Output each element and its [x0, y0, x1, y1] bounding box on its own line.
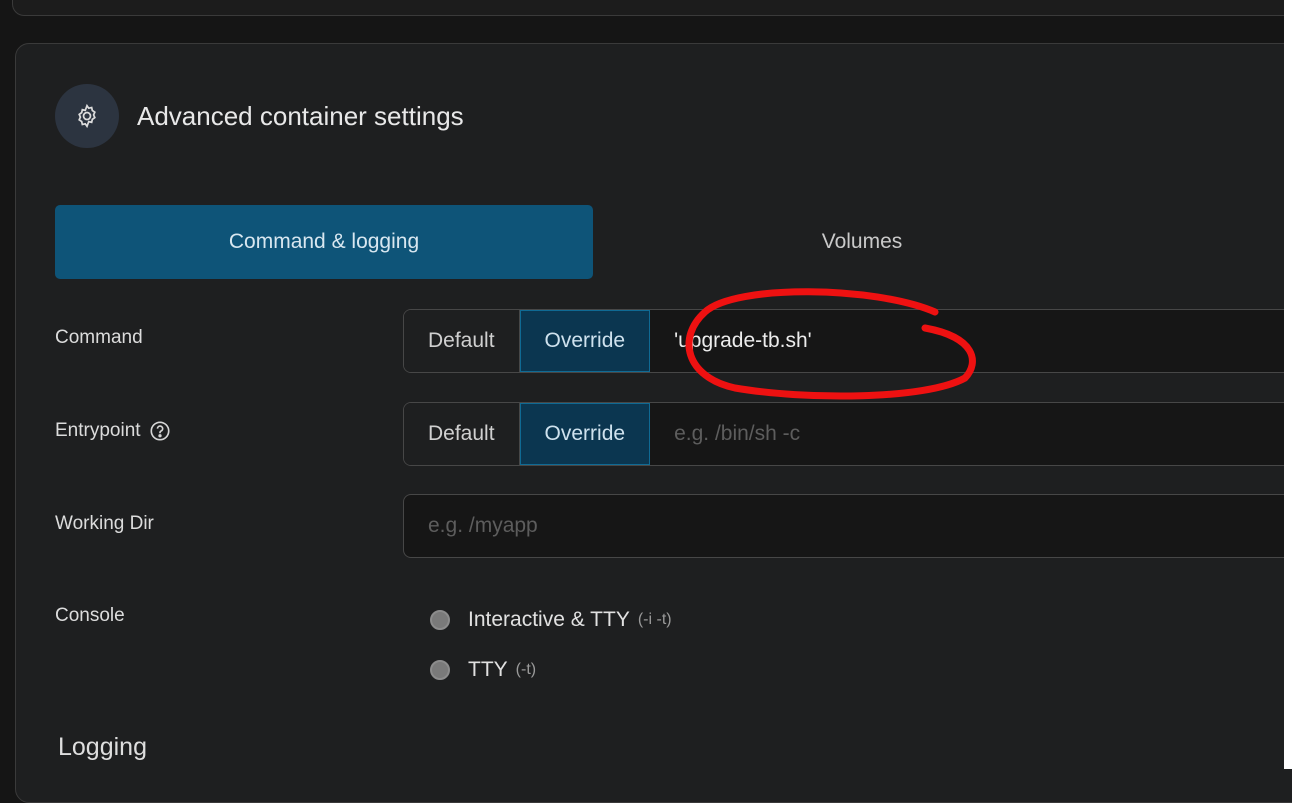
page-title: Advanced container settings [137, 100, 464, 131]
entrypoint-label-row: Entrypoint [55, 420, 171, 442]
console-option-hint: (-i -t) [637, 611, 672, 628]
working-dir-input[interactable] [403, 494, 1292, 558]
command-override-button[interactable]: Override [519, 310, 651, 372]
gear-icon-badge [55, 84, 119, 148]
settings-tabs: Command & logging Volumes [55, 205, 1292, 279]
entrypoint-label: Entrypoint [55, 420, 141, 441]
working-dir-label: Working Dir [55, 513, 154, 534]
console-label: Console [55, 605, 125, 626]
tab-command-logging[interactable]: Command & logging [55, 205, 593, 279]
radio-button-icon[interactable] [430, 660, 450, 680]
command-input[interactable] [650, 310, 1292, 372]
entrypoint-override-button[interactable]: Override [519, 403, 651, 465]
command-input-group: Default Override [403, 309, 1292, 373]
tab-volumes[interactable]: Volumes [593, 205, 1131, 279]
console-option-tty[interactable]: TTY (-t) [430, 658, 536, 682]
logging-heading: Logging [58, 733, 147, 761]
console-option-label: TTY [468, 658, 508, 681]
gear-icon [78, 103, 96, 129]
command-label: Command [55, 327, 143, 348]
entrypoint-default-button[interactable]: Default [404, 403, 520, 465]
previous-card-edge [12, 0, 1292, 16]
entrypoint-input-group: Default Override [403, 402, 1292, 466]
console-option-label: Interactive & TTY [468, 608, 630, 631]
help-circle-icon[interactable] [149, 420, 171, 442]
entrypoint-input[interactable] [650, 403, 1292, 465]
console-option-interactive-tty[interactable]: Interactive & TTY (-i -t) [430, 608, 672, 632]
page-edge [1284, 0, 1292, 769]
radio-button-icon[interactable] [430, 610, 450, 630]
console-option-hint: (-t) [515, 661, 537, 678]
command-default-button[interactable]: Default [404, 310, 520, 372]
card-header: Advanced container settings [55, 84, 464, 148]
